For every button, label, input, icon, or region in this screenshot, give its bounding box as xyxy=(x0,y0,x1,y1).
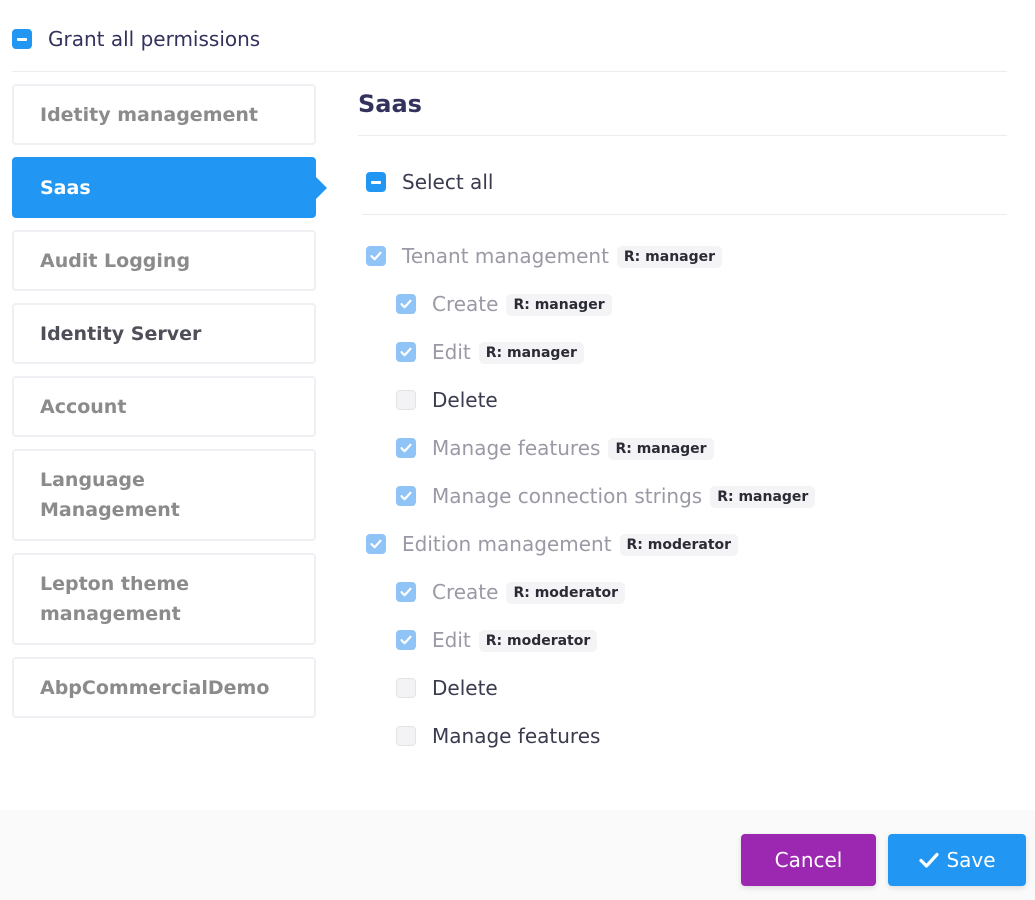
nav-item-label: Identity Server xyxy=(40,322,202,345)
nav-item-audit-logging[interactable]: Audit Logging xyxy=(12,230,316,291)
grant-all-label: Grant all permissions xyxy=(48,27,261,51)
permission-checkbox[interactable] xyxy=(396,342,416,362)
permission-checkbox[interactable] xyxy=(396,390,416,410)
save-button-label: Save xyxy=(946,848,996,872)
nav-item-account[interactable]: Account xyxy=(12,376,316,437)
role-badge: R: moderator xyxy=(506,582,626,604)
top-divider xyxy=(12,71,1007,72)
check-icon xyxy=(400,443,412,453)
select-all-divider xyxy=(362,214,1007,215)
role-badge: R: manager xyxy=(478,342,584,364)
permission-checkbox[interactable] xyxy=(366,246,386,266)
section-divider xyxy=(358,135,1007,136)
role-badge: R: manager xyxy=(616,246,723,268)
nav-item-saas[interactable]: Saas xyxy=(12,157,327,218)
nav-item-label: Audit Logging xyxy=(40,249,191,272)
permission-checkbox[interactable] xyxy=(396,726,416,746)
nav-item-label: Language Management xyxy=(40,469,180,521)
permission-label: Create R: manager xyxy=(432,290,612,318)
permission-checkbox[interactable] xyxy=(396,438,416,458)
permission-checkbox[interactable] xyxy=(396,486,416,506)
role-badge: R: moderator xyxy=(619,534,739,556)
check-icon xyxy=(370,251,382,261)
permission-label: Edit R: moderator xyxy=(432,626,598,654)
check-icon xyxy=(400,635,412,645)
permission-checkbox[interactable] xyxy=(396,294,416,314)
check-icon xyxy=(400,347,412,357)
section-title: Saas xyxy=(358,90,422,118)
nav-item-identity-management[interactable]: Idetity management xyxy=(12,84,316,145)
nav-item-language-management[interactable]: Language Management xyxy=(12,449,316,541)
check-icon xyxy=(400,491,412,501)
nav-item-label: Saas xyxy=(40,176,91,199)
role-badge: R: moderator xyxy=(478,630,598,652)
check-icon xyxy=(400,587,412,597)
permission-label: Delete xyxy=(432,676,498,700)
role-badge: R: manager xyxy=(506,294,612,316)
nav-item-label: Lepton theme management xyxy=(40,573,190,625)
permission-checkbox[interactable] xyxy=(396,630,416,650)
role-badge: R: manager xyxy=(710,486,816,508)
permission-checkbox[interactable] xyxy=(366,534,386,554)
permission-checkbox[interactable] xyxy=(396,582,416,602)
permission-label: Edit R: manager xyxy=(432,338,584,366)
grant-all-permissions-row[interactable]: Grant all permissions xyxy=(12,27,412,51)
nav-item-label: Account xyxy=(40,395,127,418)
permission-label: Manage features R: manager xyxy=(432,434,714,462)
cancel-button-label: Cancel xyxy=(774,848,843,872)
permission-label: Create R: moderator xyxy=(432,578,626,606)
permission-label: Edition management R: moderator xyxy=(402,530,739,558)
nav-item-label: AbpCommercialDemo xyxy=(40,676,270,699)
permission-label: Tenant management R: manager xyxy=(402,242,723,270)
permission-label: Manage features xyxy=(432,724,601,748)
grant-all-checkbox[interactable] xyxy=(12,29,32,49)
nav-item-lepton-theme-management[interactable]: Lepton theme management xyxy=(12,553,316,645)
select-all-label: Select all xyxy=(402,170,494,194)
check-icon xyxy=(919,852,940,868)
nav-item-label: Idetity management xyxy=(40,103,258,126)
check-icon xyxy=(400,299,412,309)
permission-label: Manage connection strings R: manager xyxy=(432,482,816,510)
modal-footer xyxy=(0,810,1035,900)
permission-checkbox[interactable] xyxy=(396,678,416,698)
save-button[interactable]: Save xyxy=(888,834,1026,886)
cancel-button[interactable]: Cancel xyxy=(741,834,876,886)
nav-item-abpcommercialdemo[interactable]: AbpCommercialDemo xyxy=(12,657,316,718)
role-badge: R: manager xyxy=(608,438,714,460)
permission-label: Delete xyxy=(432,388,498,412)
check-icon xyxy=(370,539,382,549)
select-all-checkbox[interactable] xyxy=(366,172,386,192)
nav-item-identity-server[interactable]: Identity Server xyxy=(12,303,316,364)
